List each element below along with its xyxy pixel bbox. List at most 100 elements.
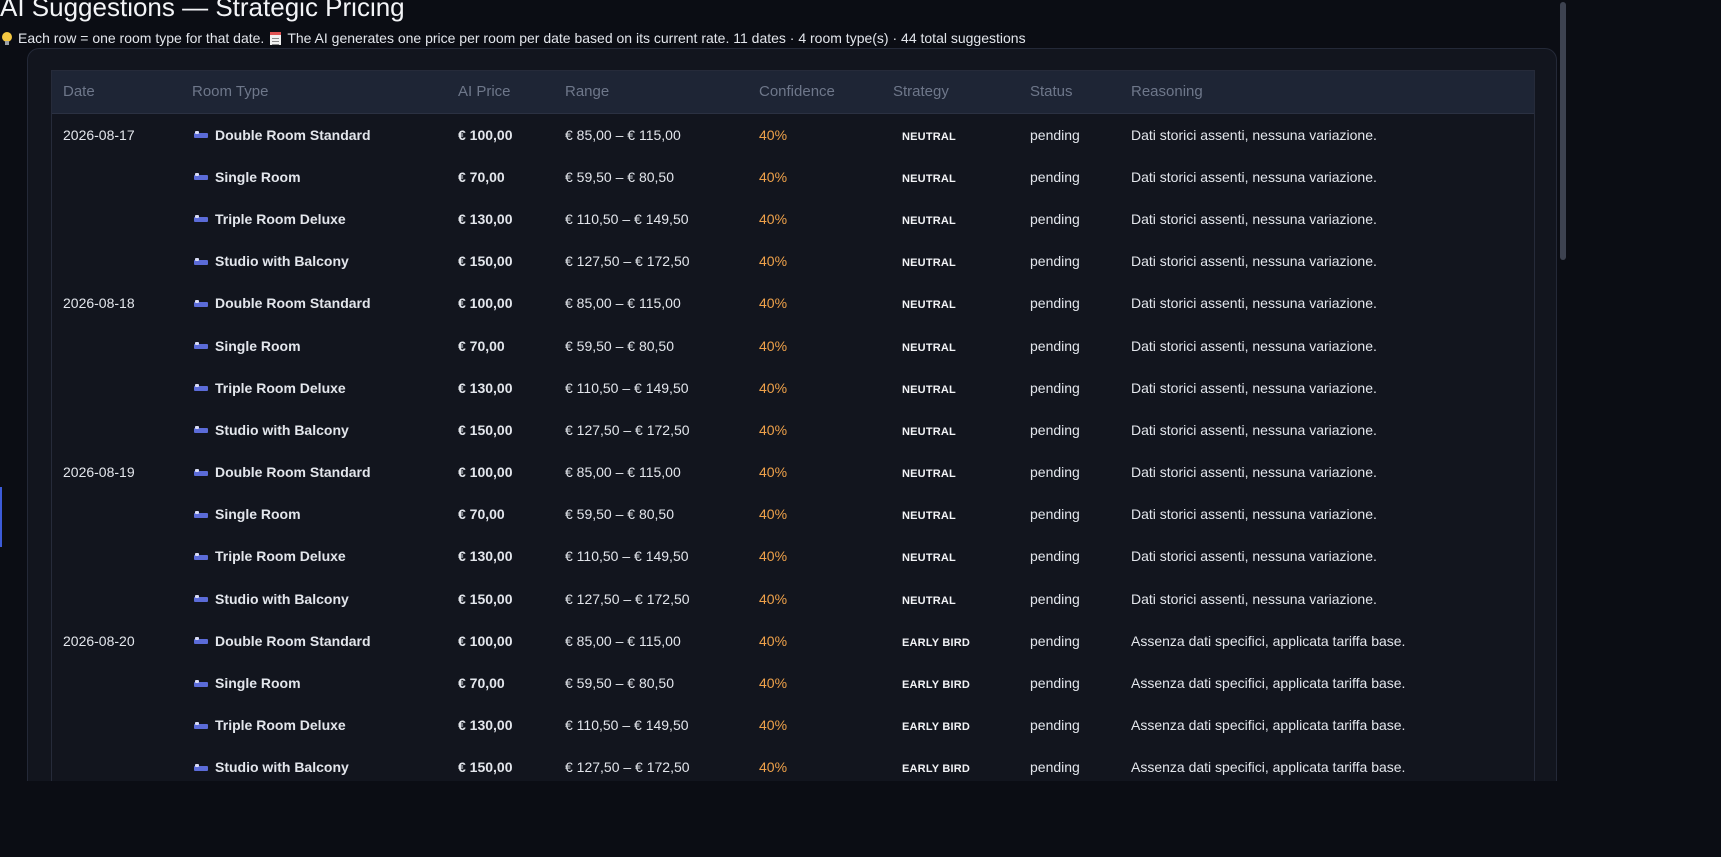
header-ai-price[interactable]: AI Price [447,71,554,114]
suggestions-table-container[interactable]: Date Room Type AI Price Range Confidence… [51,70,1535,781]
table-row[interactable]: 2026-08-20 Double Room Standard € 100,00 € … [52,620,1534,662]
room-type: Triple Room Deluxe [192,367,447,409]
cell-date [52,704,181,746]
room-type: Studio with Balcony [192,409,447,451]
cell-reasoning: Dati storici assenti, nessuna variazione… [1131,590,1377,607]
cell-ai-price: € 100,00 [458,295,513,312]
table-row[interactable]: Studio with Balcony € 150,00 € 127,50 – € … [52,409,1534,451]
header-strategy[interactable]: Strategy [882,71,1019,114]
table-row[interactable]: Triple Room Deluxe € 130,00 € 110,50 – € 1… [52,704,1534,746]
cell-range: € 85,00 – € 115,00 [565,126,681,143]
table-row[interactable]: Single Room € 70,00 € 59,50 – € 80,50 40% NE… [52,493,1534,535]
cell-reasoning: Assenza dati specifici, applicata tariff… [1131,675,1406,692]
room-type-label: Single Room [215,337,301,354]
cell-range: € 59,50 – € 80,50 [565,168,674,185]
cell-date [52,662,181,704]
cell-strategy: EARLY BIRD [882,662,1019,704]
cell-status: pending [1030,126,1080,143]
cell-ai-price: € 130,00 [458,548,513,565]
cell-range: € 127,50 – € 172,50 [565,590,690,607]
cell-reasoning: Dati storici assenti, nessuna variazione… [1131,253,1377,270]
cell-confidence: 40% [759,295,788,312]
cell-range: € 110,50 – € 149,50 [565,379,689,396]
memo-icon [270,31,282,45]
scrollbar-thumb[interactable] [1560,2,1566,260]
bed-icon [194,172,208,181]
bed-icon [194,214,208,223]
bed-icon [194,468,208,477]
table-row[interactable]: Single Room € 70,00 € 59,50 – € 80,50 40% NE… [52,324,1534,366]
room-type: Single Room [192,493,447,535]
room-type-label: Single Room [215,168,301,185]
cell-date: 2026-08-19 [63,464,135,481]
hint-detail-text: The AI generates one price per room per … [287,30,1026,46]
table-row[interactable]: Triple Room Deluxe € 130,00 € 110,50 – € 1… [52,535,1534,577]
room-type-label: Double Room Standard [215,295,371,312]
room-type: Single Room [192,156,447,198]
table-row[interactable]: Studio with Balcony € 150,00 € 127,50 – € … [52,240,1534,282]
strategy-badge: NEUTRAL [902,130,956,143]
cell-ai-price: € 100,00 [458,464,513,481]
bed-icon [194,763,208,772]
table-row[interactable]: 2026-08-17 Double Room Standard € 100,00 € … [52,113,1534,156]
table-row[interactable]: Studio with Balcony € 150,00 € 127,50 – € … [52,578,1534,620]
header-reasoning[interactable]: Reasoning [1120,71,1534,114]
table-row[interactable]: Studio with Balcony € 150,00 € 127,50 – € … [52,746,1534,781]
strategy-badge: NEUTRAL [902,425,956,438]
cell-room-type: Double Room Standard [181,451,447,493]
bed-icon [194,341,208,350]
header-room-type[interactable]: Room Type [181,71,447,114]
cell-status: pending [1030,295,1080,312]
strategy-badge: NEUTRAL [902,594,956,607]
strategy-badge: NEUTRAL [902,468,956,481]
cell-date: 2026-08-17 [63,126,135,143]
cell-date [52,198,181,240]
cell-ai-price: € 100,00 [458,126,513,143]
table-row[interactable]: Single Room € 70,00 € 59,50 – € 80,50 40% NE… [52,156,1534,198]
cell-range: € 110,50 – € 149,50 [565,210,689,227]
cell-strategy: NEUTRAL [882,324,1019,366]
cell-room-type: Studio with Balcony [181,578,447,620]
header-date[interactable]: Date [52,71,181,114]
cell-ai-price: € 150,00 [458,421,513,438]
cell-ai-price: € 150,00 [458,253,513,270]
table-row[interactable]: Triple Room Deluxe € 130,00 € 110,50 – € 1… [52,198,1534,240]
header-confidence[interactable]: Confidence [748,71,882,114]
bed-icon [194,552,208,561]
cell-reasoning: Dati storici assenti, nessuna variazione… [1131,379,1377,396]
cell-reasoning: Dati storici assenti, nessuna variazione… [1131,464,1377,481]
table-body: 2026-08-17 Double Room Standard € 100,00 € … [52,113,1534,781]
cell-reasoning: Dati storici assenti, nessuna variazione… [1131,168,1377,185]
cell-strategy: EARLY BIRD [882,704,1019,746]
cell-confidence: 40% [759,717,788,734]
cell-room-type: Triple Room Deluxe [181,198,447,240]
cell-reasoning: Dati storici assenti, nessuna variazione… [1131,337,1377,354]
header-status[interactable]: Status [1019,71,1120,114]
bed-icon [194,257,208,266]
room-type-label: Studio with Balcony [215,421,349,438]
cell-strategy: NEUTRAL [882,409,1019,451]
cell-confidence: 40% [759,632,788,649]
room-type: Double Room Standard [192,114,447,156]
cell-status: pending [1030,590,1080,607]
header-range[interactable]: Range [554,71,748,114]
cell-date [52,240,181,282]
cell-strategy: NEUTRAL [882,367,1019,409]
cell-ai-price: € 100,00 [458,632,513,649]
table-row[interactable]: 2026-08-18 Double Room Standard € 100,00 € … [52,282,1534,324]
cell-ai-price: € 150,00 [458,590,513,607]
cell-reasoning: Dati storici assenti, nessuna variazione… [1131,548,1377,565]
cell-room-type: Double Room Standard [181,282,447,324]
table-row[interactable]: Triple Room Deluxe € 130,00 € 110,50 – € 1… [52,367,1534,409]
cell-date [52,156,181,198]
table-row[interactable]: 2026-08-19 Double Room Standard € 100,00 € … [52,451,1534,493]
cell-strategy: NEUTRAL [882,156,1019,198]
strategy-badge: NEUTRAL [902,552,956,565]
room-type: Studio with Balcony [192,746,447,781]
page-scrollbar[interactable] [1558,0,1568,781]
cell-range: € 127,50 – € 172,50 [565,421,690,438]
cell-ai-price: € 150,00 [458,759,513,776]
cell-date [52,409,181,451]
table-row[interactable]: Single Room € 70,00 € 59,50 – € 80,50 40% EA… [52,662,1534,704]
cell-status: pending [1030,675,1080,692]
